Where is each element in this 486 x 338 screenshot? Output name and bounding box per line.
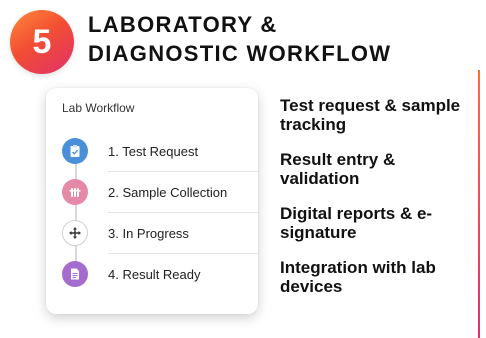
- feature-item: Test request & sample tracking: [280, 96, 461, 134]
- step-label: 3. In Progress: [108, 226, 189, 241]
- feature-list: Test request & sample tracking Result en…: [280, 96, 470, 312]
- lab-workflow-card: Lab Workflow 1. Test Request 2. Sample C…: [46, 88, 258, 314]
- page-title-line-2: DIAGNOSTIC WORKFLOW: [88, 41, 392, 66]
- feature-item: Digital reports & e-signature: [280, 204, 433, 242]
- card-title: Lab Workflow: [62, 101, 135, 115]
- step-label: 1. Test Request: [108, 144, 199, 159]
- section-number: 5: [32, 22, 52, 61]
- feature-item: Result entry & validation: [280, 150, 396, 188]
- accent-bar: [478, 70, 480, 338]
- divider: [108, 212, 258, 213]
- test-tubes-icon: [62, 179, 88, 205]
- section-number-badge: 5: [10, 10, 74, 74]
- move-arrows-icon: [62, 220, 88, 246]
- step-label: 4. Result Ready: [108, 267, 201, 282]
- page-title: LABORATORY & DIAGNOSTIC WORKFLOW: [88, 10, 391, 68]
- workflow-step-result-ready[interactable]: 4. Result Ready: [46, 255, 258, 295]
- workflow-step-sample-collection[interactable]: 2. Sample Collection: [46, 173, 258, 213]
- workflow-step-in-progress[interactable]: 3. In Progress: [46, 214, 258, 254]
- page-title-line-1: LABORATORY &: [88, 12, 278, 37]
- clipboard-icon: [62, 138, 88, 164]
- document-icon: [62, 261, 88, 287]
- divider: [108, 253, 258, 254]
- divider: [108, 171, 258, 172]
- step-label: 2. Sample Collection: [108, 185, 228, 200]
- workflow-step-test-request[interactable]: 1. Test Request: [46, 132, 258, 172]
- feature-item: Integration with lab devices: [280, 258, 436, 296]
